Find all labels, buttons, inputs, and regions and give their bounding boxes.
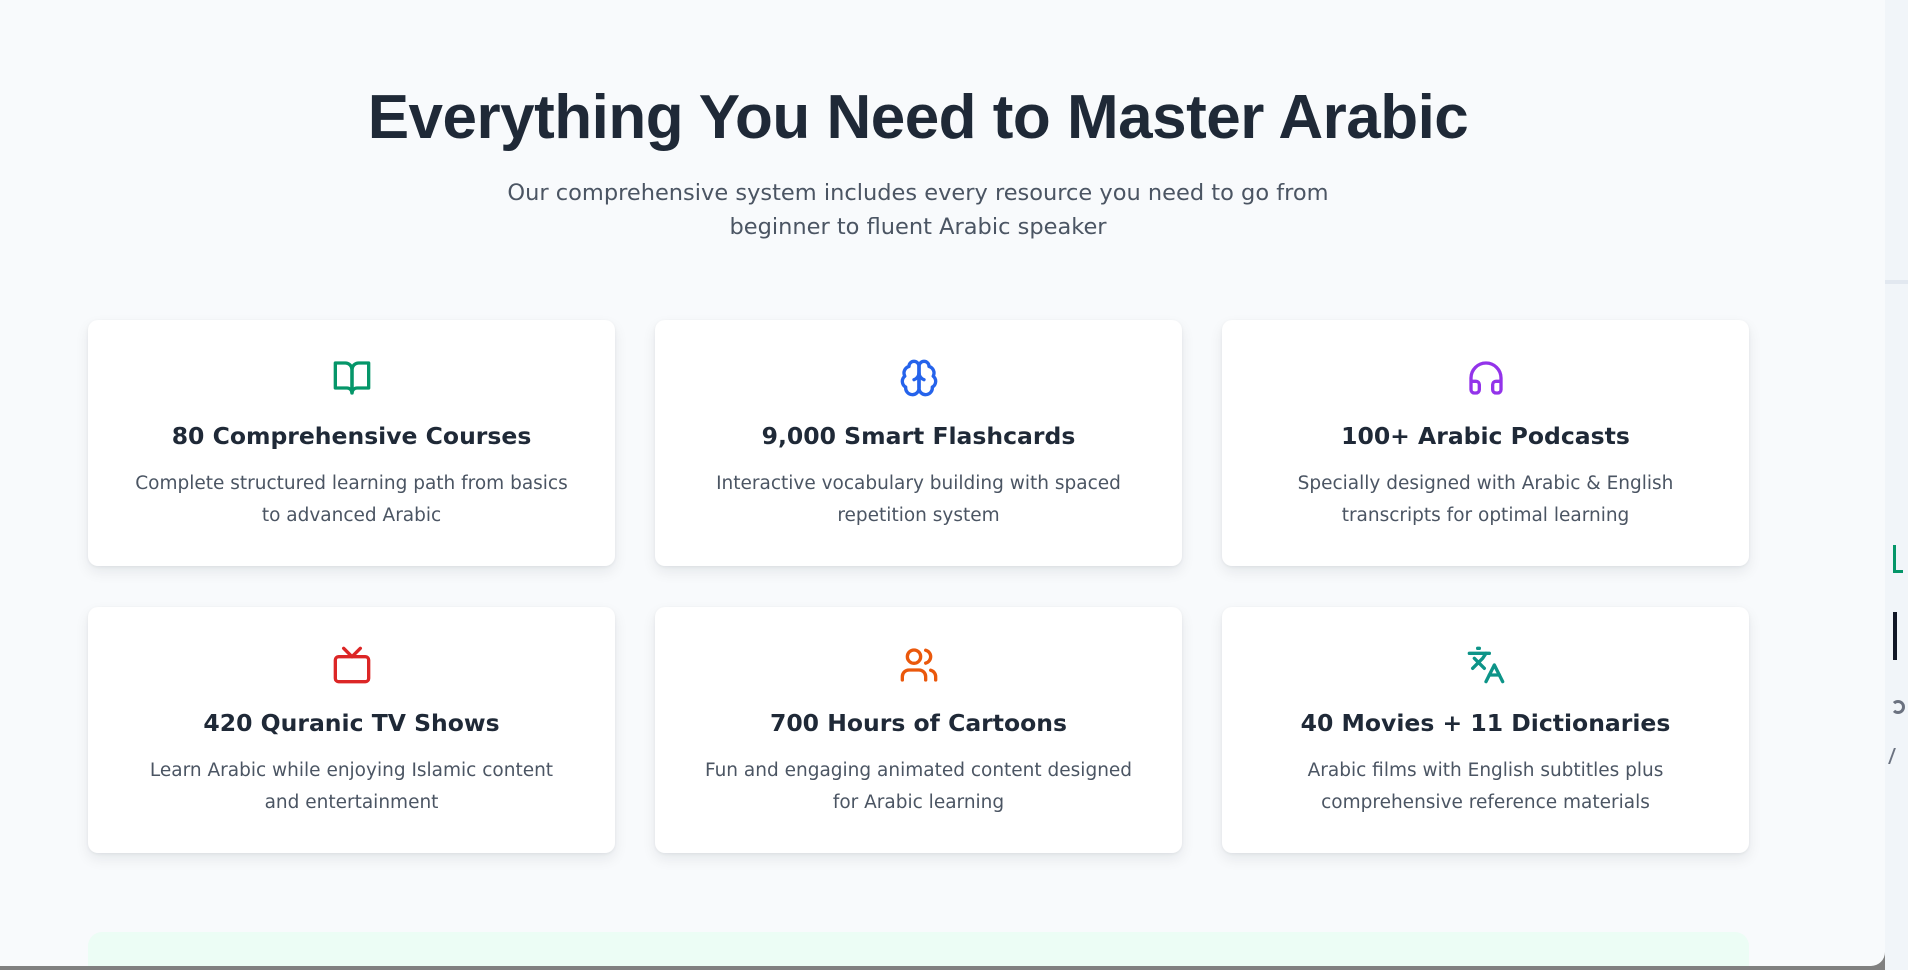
users-icon xyxy=(899,645,939,685)
section-title: Everything You Need to Master Arabic xyxy=(367,83,1469,152)
feature-card-cartoons: 700 Hours of Cartoons Fun and engaging a… xyxy=(655,607,1182,853)
feature-description: Arabic films with English subtitles plus… xyxy=(1307,760,1664,813)
feature-title: 700 Hours of Cartoons xyxy=(769,709,1068,737)
tv-icon xyxy=(332,645,372,685)
background-window-edge xyxy=(1885,0,1908,970)
feature-card-tv-shows: 420 Quranic TV Shows Learn Arabic while … xyxy=(88,607,615,853)
feature-title: 40 Movies + 11 Dictionaries xyxy=(1300,709,1671,737)
feature-card-movies: 40 Movies + 11 Dictionaries Arabic films… xyxy=(1222,607,1749,853)
cta-banner-top xyxy=(88,932,1749,966)
feature-card-flashcards: 9,000 Smart Flashcards Interactive vocab… xyxy=(655,320,1182,566)
feature-card-courses: 80 Comprehensive Courses Complete struct… xyxy=(88,320,615,566)
book-open-icon xyxy=(332,358,372,398)
feature-description: Complete structured learning path from b… xyxy=(135,473,568,526)
feature-description: Specially designed with Arabic & English… xyxy=(1297,473,1674,526)
feature-description: Interactive vocabulary building with spa… xyxy=(716,473,1121,526)
page-window: Everything You Need to Master Arabic Our… xyxy=(0,0,1885,966)
headphones-icon xyxy=(1466,358,1506,398)
feature-title: 100+ Arabic Podcasts xyxy=(1341,422,1630,450)
section-subtitle: Our comprehensive system includes every … xyxy=(507,180,1329,240)
feature-title: 9,000 Smart Flashcards xyxy=(761,422,1076,450)
feature-grid: 80 Comprehensive Courses Complete struct… xyxy=(88,320,1749,853)
feature-description: Fun and engaging animated content design… xyxy=(704,760,1133,813)
feature-title: 420 Quranic TV Shows xyxy=(203,709,500,737)
feature-description: Learn Arabic while enjoying Islamic cont… xyxy=(149,760,554,813)
feature-card-podcasts: 100+ Arabic Podcasts Specially designed … xyxy=(1222,320,1749,566)
languages-icon xyxy=(1466,645,1506,685)
brain-icon xyxy=(899,358,939,398)
feature-title: 80 Comprehensive Courses xyxy=(171,422,532,450)
